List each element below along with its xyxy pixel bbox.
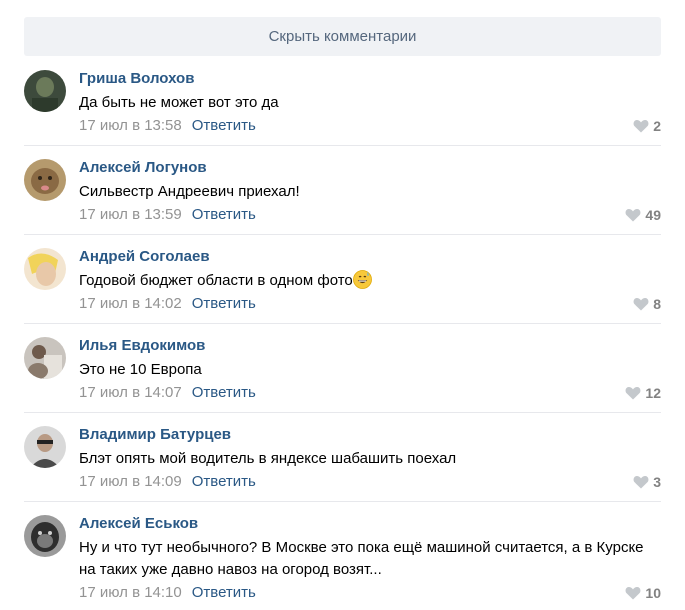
reply-button[interactable]: Ответить bbox=[192, 206, 256, 223]
separator bbox=[24, 145, 661, 146]
separator bbox=[24, 323, 661, 324]
comment-author[interactable]: Владимир Батурцев bbox=[79, 426, 231, 443]
comment-time[interactable]: 17 июл в 14:02 bbox=[79, 295, 182, 312]
comment-item: Владимир Батурцев Блэт опять мой водител… bbox=[24, 426, 661, 502]
comment-text: Это не 10 Европа bbox=[79, 361, 202, 378]
comment-author[interactable]: Илья Евдокимов bbox=[79, 337, 205, 354]
comment-item: Гриша Волохов Да быть не может вот это д… bbox=[24, 70, 661, 146]
comment-time[interactable]: 17 июл в 14:10 bbox=[79, 584, 182, 601]
comment-meta: 17 июл в 14:02 Ответить bbox=[79, 295, 256, 312]
comment-author[interactable]: Алексей Еськов bbox=[79, 515, 198, 532]
like-button[interactable]: 8 bbox=[633, 296, 661, 312]
like-count: 8 bbox=[653, 296, 661, 312]
like-button[interactable]: 49 bbox=[625, 207, 661, 223]
like-button[interactable]: 12 bbox=[625, 385, 661, 401]
comment-time[interactable]: 17 июл в 14:09 bbox=[79, 473, 182, 490]
comment-text: Сильвестр Андреевич приехал! bbox=[79, 183, 300, 200]
separator bbox=[24, 501, 661, 502]
comment-text: Блэт опять мой водитель в яндексе шабаши… bbox=[79, 450, 457, 467]
like-count: 12 bbox=[645, 385, 661, 401]
comment-item: Илья Евдокимов Это не 10 Европа 17 июл в… bbox=[24, 337, 661, 413]
reply-button[interactable]: Ответить bbox=[192, 384, 256, 401]
separator bbox=[24, 412, 661, 413]
avatar[interactable] bbox=[24, 337, 66, 379]
grinning-sweat-emoji-icon bbox=[352, 270, 372, 289]
heart-icon bbox=[633, 475, 649, 489]
comment-text: Годовой бюджет области в одном фото bbox=[79, 270, 654, 292]
comment-time[interactable]: 17 июл в 14:07 bbox=[79, 384, 182, 401]
heart-icon bbox=[625, 386, 641, 400]
avatar[interactable] bbox=[24, 248, 66, 290]
comment-meta: 17 июл в 14:10 Ответить bbox=[79, 584, 256, 601]
comment-meta: 17 июл в 14:07 Ответить bbox=[79, 384, 256, 401]
reply-button[interactable]: Ответить bbox=[192, 117, 256, 134]
comment-item: Андрей Соголаев Годовой бюджет области в… bbox=[24, 248, 661, 324]
comment-text: Да быть не может вот это да bbox=[79, 94, 279, 111]
comment-meta: 17 июл в 14:09 Ответить bbox=[79, 473, 256, 490]
comment-meta: 17 июл в 13:59 Ответить bbox=[79, 206, 256, 223]
avatar[interactable] bbox=[24, 159, 66, 201]
avatar[interactable] bbox=[24, 515, 66, 557]
heart-icon bbox=[625, 586, 641, 600]
heart-icon bbox=[633, 297, 649, 311]
like-button[interactable]: 2 bbox=[633, 118, 661, 134]
avatar[interactable] bbox=[24, 70, 66, 112]
comment-time[interactable]: 17 июл в 13:59 bbox=[79, 206, 182, 223]
comment-meta: 17 июл в 13:58 Ответить bbox=[79, 117, 256, 134]
reply-button[interactable]: Ответить bbox=[192, 473, 256, 490]
reply-button[interactable]: Ответить bbox=[192, 295, 256, 312]
comment-author[interactable]: Гриша Волохов bbox=[79, 70, 194, 87]
comment-author[interactable]: Андрей Соголаев bbox=[79, 248, 210, 265]
comment-author[interactable]: Алексей Логунов bbox=[79, 159, 207, 176]
heart-icon bbox=[633, 119, 649, 133]
reply-button[interactable]: Ответить bbox=[192, 584, 256, 601]
like-count: 2 bbox=[653, 118, 661, 134]
heart-icon bbox=[625, 208, 641, 222]
like-count: 3 bbox=[653, 474, 661, 490]
comment-time[interactable]: 17 июл в 13:58 bbox=[79, 117, 182, 134]
comment-text: Ну и что тут необычного? В Москве это по… bbox=[79, 539, 644, 578]
hide-comments-button[interactable]: Скрыть комментарии bbox=[24, 17, 661, 56]
avatar[interactable] bbox=[24, 426, 66, 468]
comment-item: Алексей Еськов Ну и что тут необычного? … bbox=[24, 515, 661, 610]
like-count: 10 bbox=[645, 585, 661, 601]
separator bbox=[24, 234, 661, 235]
like-button[interactable]: 10 bbox=[625, 585, 661, 601]
like-button[interactable]: 3 bbox=[633, 474, 661, 490]
like-count: 49 bbox=[645, 207, 661, 223]
comment-item: Алексей Логунов Сильвестр Андреевич прие… bbox=[24, 159, 661, 235]
